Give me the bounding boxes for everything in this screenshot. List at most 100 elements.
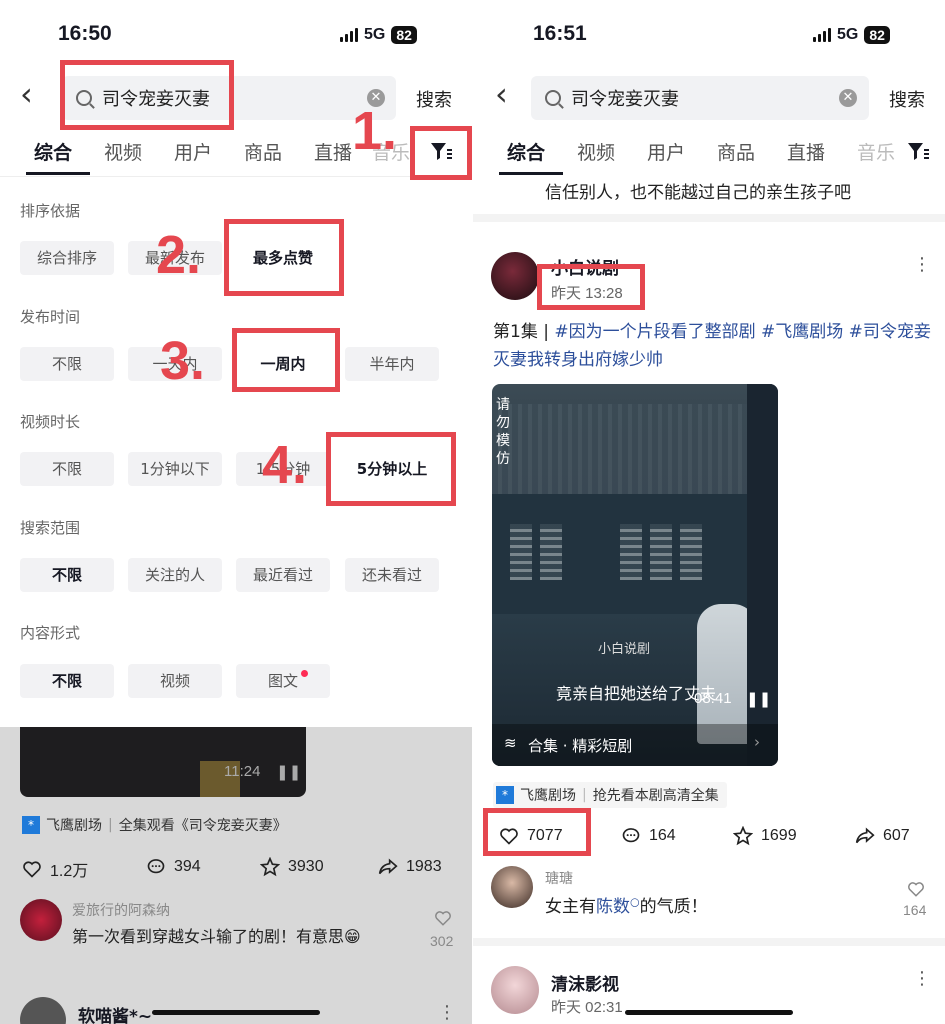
heart-icon [23,861,41,878]
share-action[interactable]: 607 [855,826,910,846]
commenter-avatar[interactable] [491,866,533,908]
comment-icon [622,828,640,843]
commenter-name[interactable]: 瑭瑭 [545,868,573,888]
form-label: 内容形式 [20,624,81,642]
tab-live[interactable]: 直播 [787,138,825,165]
favorite-action[interactable]: 1699 [733,826,797,846]
result-video-thumb[interactable]: 11:24 ❚❚ [20,727,306,797]
section-divider [473,938,945,946]
right-screen: 16:51 5G 82 ‹ 司令宠妾灭妻 ✕ 搜索 综合 视频 用户 商品 直播… [473,0,945,1024]
annotation-box-time [537,264,645,310]
previous-post-text: 信任别人，也不能越过自己的亲生孩子吧 [545,183,851,203]
search-button[interactable]: 搜索 [889,86,925,112]
favorite-action[interactable]: 3930 [260,857,324,877]
scope-option-recent[interactable]: 最近看过 [236,558,330,592]
duration-option-any[interactable]: 不限 [20,452,114,486]
search-small-icon: ○ [630,895,640,909]
chevron-right-icon: › [754,733,760,751]
form-option-video[interactable]: 视频 [128,664,222,698]
annotation-4: 4. [262,435,308,495]
layers-icon: ≋ [504,734,517,752]
collection-label: 合集 · 精彩短剧 [528,737,633,755]
commenter-name[interactable]: 爱旅行的阿森纳 [72,900,170,920]
tab-products[interactable]: 商品 [717,138,755,165]
comment-count: 394 [174,858,201,875]
annotation-box-sort [224,219,344,296]
more-icon[interactable]: ⋮ [913,254,931,275]
form-option-image-text[interactable]: 图文 [236,664,330,698]
signal-icon [340,28,358,42]
next-post-time: 昨天 02:31 [551,999,623,1016]
source-row[interactable]: * 飞鹰剧场 | 抢先看本剧高清全集 [493,782,727,808]
next-author-name[interactable]: 软喵酱*~ [78,1002,152,1024]
tab-divider [0,176,472,177]
comment-action[interactable]: 164 [621,826,676,846]
post-caption: 第1集 | #因为一个片段看了整部剧 #飞鹰剧场 #司令宠妾灭妻我转身出府嫁少帅 [493,318,933,374]
tab-all[interactable]: 综合 [34,138,72,165]
search-button[interactable]: 搜索 [416,86,452,112]
tab-video[interactable]: 视频 [104,138,142,165]
comment-search-link[interactable]: 陈数 [596,897,630,917]
scope-option-any[interactable]: 不限 [20,558,114,592]
tab-users[interactable]: 用户 [647,138,685,165]
filter-icon[interactable] [905,140,931,162]
status-indicators: 5G 82 [340,26,417,44]
share-count: 607 [883,827,910,844]
video-player[interactable]: 请勿模仿 小白说剧 竟亲自把她送给了丈夫 08:41 ❚❚ ≋ 合集 · 精彩短… [492,384,778,766]
duration-label: 视频时长 [20,413,81,431]
commenter-avatar[interactable] [20,899,62,941]
active-tab-indicator [26,172,90,175]
dimmed-results: 11:24 ❚❚ * 飞鹰剧场 | 全集观看《司令宠妾灭妻》 1.2万 394 … [0,727,472,1024]
time-label: 发布时间 [20,308,81,326]
annotation-box-duration [326,432,456,506]
tab-users[interactable]: 用户 [174,138,212,165]
sort-option-default[interactable]: 综合排序 [20,241,114,275]
share-action[interactable]: 1983 [378,857,442,877]
next-author-avatar[interactable] [20,997,66,1024]
more-icon[interactable]: ⋮ [438,1002,456,1023]
more-icon[interactable]: ⋮ [913,968,931,989]
form-option-any[interactable]: 不限 [20,664,114,698]
search-icon [545,90,561,106]
like-action[interactable]: 1.2万 [22,857,88,881]
search-input[interactable]: 司令宠妾灭妻 ✕ [531,76,869,120]
video-duration: 08:41 [694,690,732,707]
share-count: 1983 [406,858,442,875]
collection-bar[interactable]: ≋ 合集 · 精彩短剧 › [492,724,778,766]
comment-like-icon[interactable] [434,909,452,927]
source-logo-icon: * [22,816,40,834]
time-option-halfyear[interactable]: 半年内 [345,347,439,381]
star-icon [733,826,753,846]
like-count: 1.2万 [50,863,89,880]
hashtags[interactable]: #因为一个片段看了整部剧 #飞鹰剧场 #司令宠妾灭妻我转身出府嫁少帅 [493,322,931,370]
back-button[interactable]: ‹ [20,75,33,113]
source-row[interactable]: * 飞鹰剧场 | 全集观看《司令宠妾灭妻》 [22,815,287,835]
time-option-any[interactable]: 不限 [20,347,114,381]
author-avatar[interactable] [491,252,539,300]
tab-music[interactable]: 音乐 [857,138,895,165]
comment-like-count: 302 [430,933,454,949]
comment-like-icon[interactable] [907,880,925,898]
back-button[interactable]: ‹ [495,75,508,113]
source-logo-icon: * [496,786,514,804]
comment-action[interactable]: 394 [146,857,201,877]
source-desc: 抢先看本剧高清全集 [592,788,719,804]
episode-label: 第1集 | [493,322,555,342]
clear-icon[interactable]: ✕ [839,89,857,107]
scope-option-following[interactable]: 关注的人 [128,558,222,592]
duration-option-under1[interactable]: 1分钟以下 [128,452,222,486]
share-icon [855,827,875,844]
pause-icon[interactable]: ❚❚ [746,690,771,708]
scope-option-unwatched[interactable]: 还未看过 [345,558,439,592]
tab-products[interactable]: 商品 [244,138,282,165]
tab-all[interactable]: 综合 [507,138,545,165]
tab-video[interactable]: 视频 [577,138,615,165]
tab-live[interactable]: 直播 [314,138,352,165]
next-author-avatar[interactable] [491,966,539,1014]
annotation-box-time [232,328,340,392]
comment-like-count: 164 [903,902,927,918]
next-author-name[interactable]: 清沫影视 [551,970,619,995]
pause-icon: ❚❚ [276,763,302,781]
comment-text: 第一次看到穿越女斗输了的剧！有意思😁 [72,927,361,946]
favorite-count: 1699 [761,827,797,844]
